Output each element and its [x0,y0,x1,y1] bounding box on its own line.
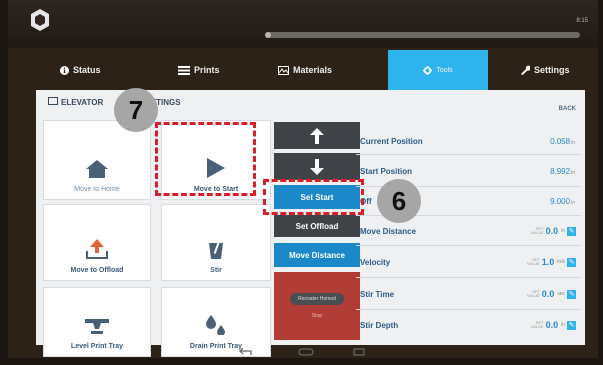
back-nav-icon[interactable] [238,348,252,356]
progress-fill [265,32,272,38]
tab-prints-label: Prints [194,65,220,75]
velocity-row: Velocity SET VALUE 1.0 in/s ✎ [356,247,581,278]
highlight-box-set-start [263,179,364,215]
step-badge-6: 6 [377,179,421,223]
info-icon [60,65,69,75]
gear-icon [423,65,433,75]
formlabs-logo-icon [31,9,49,31]
battery-status: 8:15 [576,18,588,24]
velocity-value[interactable]: SET VALUE 1.0 in/s ✎ [527,257,576,267]
stir-time-value[interactable]: SET VALUE 0.0 sec ✎ [527,289,576,299]
print-progress-bar [265,32,580,38]
recoater-homed-status: Recoater Homed Stop [274,272,360,340]
top-bar: 8:15 [8,0,598,48]
stir-depth-value[interactable]: SET VALUE 0.0 in ✎ [531,320,576,330]
step-badge-7: 7 [114,88,158,132]
set-offload-button[interactable]: Set Offload [274,215,360,237]
home-icon [86,160,108,178]
move-distance-value[interactable]: SET VALUE 0.0 in ✎ [531,226,576,236]
upload-icon [86,239,108,259]
android-nav-bar [8,345,598,358]
elevator-settings-panel: ELEVATOR TTINGS BACK Move to Home Move to… [36,90,585,357]
tab-status[interactable]: Status [60,50,150,90]
edit-pencil-icon[interactable]: ✎ [567,226,576,236]
stir-button[interactable]: Stir [161,204,271,281]
wrench-icon [521,65,530,75]
edit-pencil-icon[interactable]: ✎ [567,320,576,330]
tab-settings-label: Settings [534,65,570,75]
drain-icon [206,315,225,335]
current-position-row: Current Position 0.058in [356,128,581,155]
materials-icon [278,65,289,75]
level-tray-icon [85,319,109,334]
tab-status-label: Status [73,65,101,75]
recoater-homed-label: Recoater Homed [290,293,344,305]
back-button[interactable]: BACK [559,106,576,112]
move-distance-button[interactable]: Move Distance [274,243,360,267]
home-nav-icon[interactable] [298,348,314,356]
arrow-down-icon [310,158,324,175]
move-down-button[interactable] [274,153,360,180]
tab-settings[interactable]: Settings [520,50,586,90]
list-icon [178,65,190,75]
tab-materials-label: Materials [293,65,333,75]
main-tabs: Status Prints Materials Tools Settings [48,50,588,90]
stop-button[interactable]: Stop [312,313,322,319]
highlight-box-move-to-start [155,122,256,196]
move-to-home-button[interactable]: Move to Home [43,120,151,200]
stir-icon [209,239,223,259]
move-to-offload-button[interactable]: Move to Offload [43,204,151,281]
tab-tools[interactable]: Tools [388,50,488,90]
move-up-button[interactable] [274,122,360,149]
tab-tools-label: Tools [436,66,453,74]
tab-materials[interactable]: Materials [278,50,378,90]
stir-depth-row: Stir Depth SET VALUE 0.0 in ✎ [360,320,576,330]
recents-nav-icon[interactable] [353,348,365,356]
stir-time-row: Stir Time SET VALUE 0.0 sec ✎ [356,279,581,310]
edit-pencil-icon[interactable]: ✎ [567,257,576,267]
edit-pencil-icon[interactable]: ✎ [567,289,576,299]
tab-prints[interactable]: Prints [178,50,268,90]
elevator-icon [48,97,58,105]
arrow-up-icon [310,127,324,144]
